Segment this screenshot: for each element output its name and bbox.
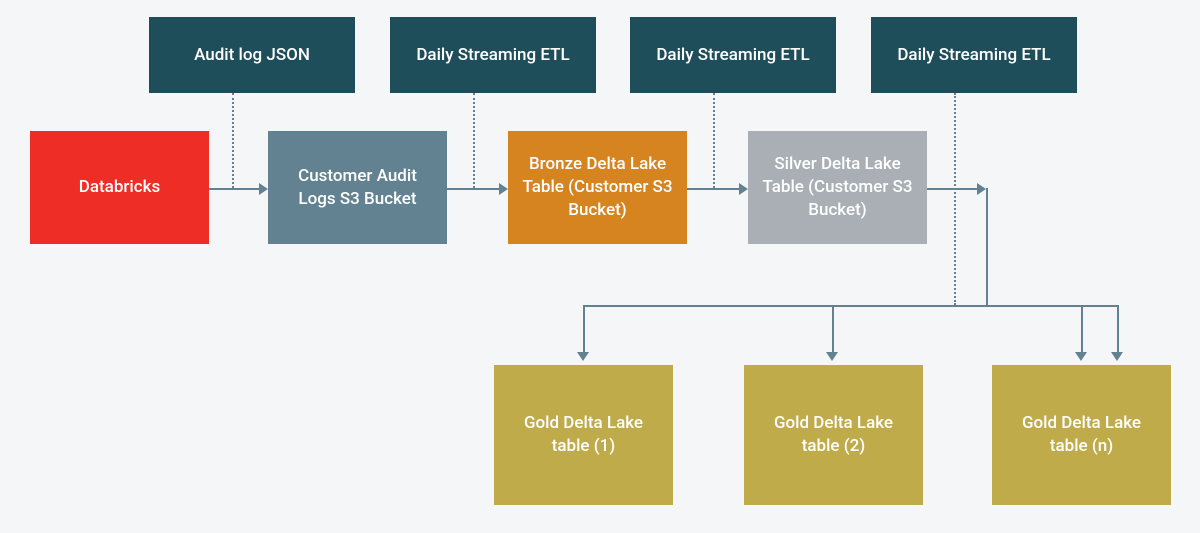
hline-bus: [583, 305, 1119, 307]
vline-silver-down: [986, 188, 988, 305]
node-gold-1: Gold Delta Lake table (1): [494, 365, 673, 505]
dotted-connector-etl2: [713, 93, 715, 188]
vline-drop-goldn-extra: [1117, 305, 1119, 352]
node-customer-logs: Customer Audit Logs S3 Bucket: [268, 131, 447, 244]
label-audit-json: Audit log JSON: [149, 17, 355, 93]
arrow-customerlogs-to-bronze: [447, 188, 499, 190]
arrow-silver-out: [927, 188, 977, 190]
vline-drop-goldn: [1081, 305, 1083, 352]
arrowhead-gold1: [577, 352, 589, 361]
vline-drop-gold2: [832, 305, 834, 352]
dotted-connector-etl3: [954, 93, 956, 305]
node-gold-2: Gold Delta Lake table (2): [744, 365, 923, 505]
label-etl-3: Daily Streaming ETL: [871, 17, 1077, 93]
dotted-connector-audit: [232, 93, 234, 188]
arrow-databricks-to-customerlogs: [209, 188, 259, 190]
node-gold-n: Gold Delta Lake table (n): [992, 365, 1171, 505]
arrowhead-goldn-extra: [1111, 352, 1123, 361]
vline-drop-gold1: [583, 305, 585, 352]
label-etl-1: Daily Streaming ETL: [390, 17, 596, 93]
arrow-bronze-to-silver: [687, 188, 739, 190]
node-bronze: Bronze Delta Lake Table (Customer S3 Buc…: [508, 131, 687, 244]
node-databricks: Databricks: [30, 131, 209, 244]
node-silver: Silver Delta Lake Table (Customer S3 Buc…: [748, 131, 927, 244]
arrowhead-gold2: [826, 352, 838, 361]
dotted-connector-etl1: [473, 93, 475, 188]
arrowhead-goldn: [1075, 352, 1087, 361]
label-etl-2: Daily Streaming ETL: [630, 17, 836, 93]
